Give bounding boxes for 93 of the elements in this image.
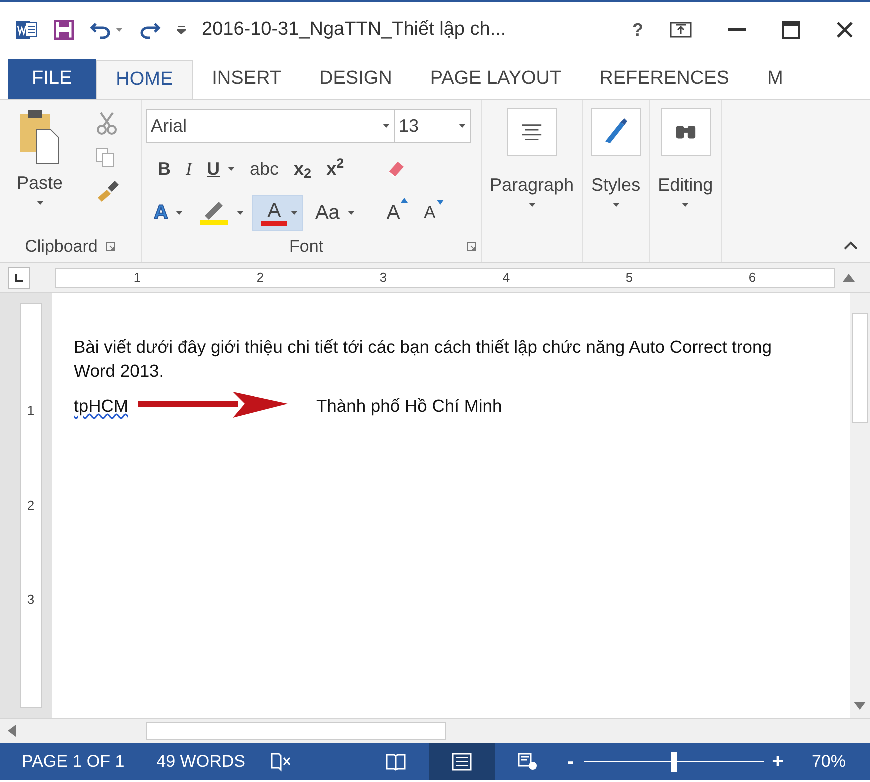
scroll-thumb[interactable] [146,722,446,740]
zoom-slider[interactable] [584,752,764,772]
caret-icon[interactable] [383,124,390,128]
editing-button[interactable]: Editing [654,108,718,207]
paintbrush-icon[interactable] [96,180,120,202]
down-triangle-icon [436,200,444,206]
misspelled-word: tpHCM [74,395,128,418]
ruler-number: 1 [27,402,35,420]
script-button[interactable]: x$_{2}$ [294,156,312,182]
styles-icon[interactable] [591,108,642,156]
book-icon [386,752,406,770]
ruler-number: 3 [380,268,388,287]
maximize-icon[interactable] [782,21,800,39]
undo-icon[interactable] [90,21,112,39]
ruler-number: 2 [27,496,35,515]
paragraph-text: Bài viết dưới đây giới thiệu chi tiết tới các bạn cách thiết lập chức năng Auto Correct trong Word 2013. [74,336,773,383]
caret-icon[interactable] [682,203,690,207]
close-icon[interactable] [836,21,854,39]
view-button[interactable] [429,743,496,780]
ruler-number: 5 [626,268,634,287]
caret-icon[interactable] [176,211,184,215]
ribbon-tab[interactable]: HOME [96,60,194,99]
paragraph-button[interactable]: Paragraph [486,108,578,207]
zoom-level[interactable]: 70% [812,748,846,774]
text-effects-button[interactable]: A [154,198,184,228]
strike-button[interactable]: abc [250,156,280,182]
align-center-icon[interactable] [507,108,558,156]
zoom-in-button[interactable]: + [772,746,784,776]
minimize-icon[interactable] [728,28,746,32]
binoculars-icon[interactable] [660,108,711,156]
caret-icon[interactable] [36,201,44,205]
ribbon-display-icon[interactable] [670,22,692,38]
file-tab[interactable]: FILE [8,59,96,99]
window-title: 2016-10-31_NgaTTN_Thiết lập ch... [202,18,506,42]
horizontal-scrollbar[interactable] [0,718,870,743]
replacement-text: Thành phố Hồ Chí Minh [316,395,502,418]
redo-icon[interactable] [139,21,161,39]
scissors-icon[interactable] [96,112,118,136]
highlighter-icon[interactable] [199,200,230,226]
scroll-down-icon[interactable] [854,702,866,710]
caret-icon[interactable] [612,203,620,207]
ribbon-tab[interactable]: PAGE LAYOUT [411,59,581,99]
scroll-left-icon[interactable] [8,725,16,737]
ribbon-tab[interactable]: M [748,59,802,99]
caret-icon[interactable] [348,211,355,215]
word-count[interactable]: 49 WORDS [156,748,246,774]
page-count[interactable]: PAGE 1 OF 1 [22,748,125,774]
italic-button[interactable]: I [186,156,192,182]
change-case-button[interactable]: Aa [315,198,355,228]
word-logo-icon[interactable] [16,19,38,41]
help-button[interactable]: ? [622,16,654,44]
font-size-field[interactable]: 13 [395,109,471,143]
ribbon-tab[interactable]: INSERT [193,59,300,99]
tab-selector[interactable] [8,266,30,288]
grow-font-button[interactable]: A [386,198,408,228]
caret-icon[interactable] [237,211,244,215]
ruler-number: 4 [502,268,510,287]
scroll-thumb[interactable] [852,313,868,423]
page-icon [452,752,472,770]
paste-button[interactable]: Paste [0,108,80,232]
dialog-launcher-icon[interactable] [467,242,477,252]
up-triangle-icon [401,198,408,203]
script-button[interactable]: x$^{2}$ [326,156,344,182]
zoom-out-button[interactable]: - [567,746,574,776]
web-page-icon [518,752,538,770]
ribbon-tab[interactable]: DESIGN [300,59,412,99]
group-label: Clipboard [25,236,98,258]
ruler-number: 3 [27,591,35,610]
caret-icon[interactable] [528,203,536,207]
caret-icon[interactable] [459,124,466,128]
font-color-button[interactable]: A [252,195,304,231]
caret-icon[interactable] [116,28,123,32]
ruler-number: 2 [256,268,264,287]
save-icon[interactable] [54,20,74,40]
ruler-number: 1 [134,268,142,287]
caret-icon[interactable] [228,167,235,171]
caret-icon[interactable] [291,211,298,215]
shrink-font-button[interactable]: A [424,200,444,226]
zoom-thumb[interactable] [671,752,678,772]
styles-button[interactable]: Styles [587,108,646,207]
ribbon-tab[interactable]: REFERENCES [580,59,748,99]
ruler-number: 6 [748,268,756,287]
scroll-up-icon[interactable] [843,274,855,282]
font-name-field[interactable]: Arial [146,109,395,143]
bold-button[interactable]: B [158,156,171,182]
customize-toolbar-icon[interactable] [177,26,186,34]
collapse-ribbon-icon[interactable] [844,241,858,250]
dialog-launcher-icon[interactable] [106,242,116,252]
underline-button[interactable]: U [207,156,235,182]
group-label: Font [288,236,325,258]
proofing-icon[interactable] [271,752,294,772]
vertical-scrollbar[interactable] [850,293,870,718]
left-tab-icon [14,272,24,282]
